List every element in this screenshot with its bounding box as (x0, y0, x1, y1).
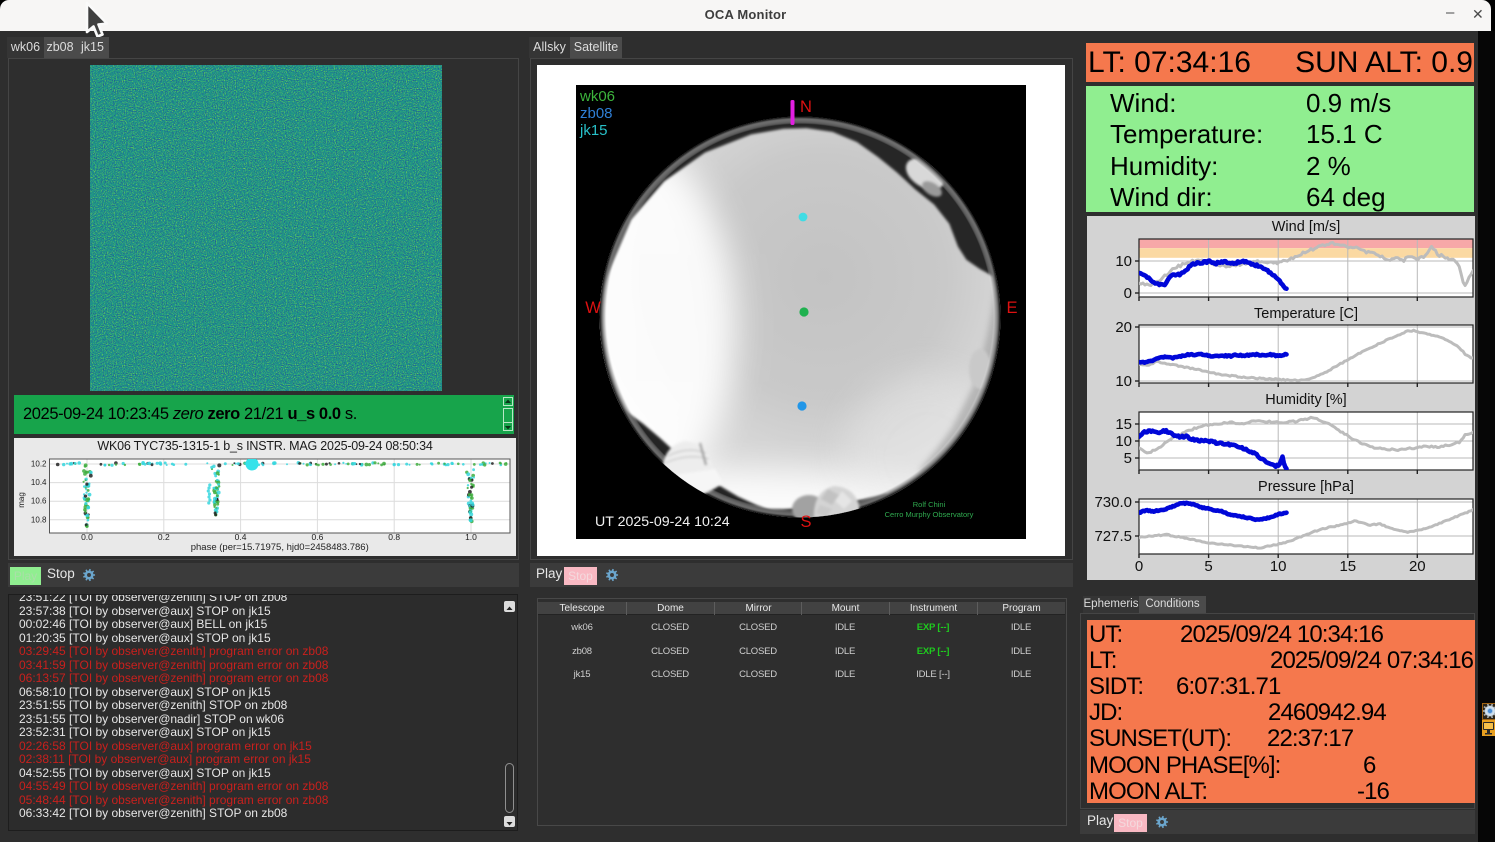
svg-text:10.4: 10.4 (31, 478, 47, 487)
svg-text:Pressure [hPa]: Pressure [hPa] (1258, 479, 1354, 495)
svg-text:jk15: jk15 (579, 122, 608, 139)
svg-text:Temperature [C]: Temperature [C] (1254, 306, 1358, 322)
svg-text:mag: mag (17, 492, 26, 508)
svg-text:730.0: 730.0 (1094, 494, 1132, 511)
svg-text:Wind [m/s]: Wind [m/s] (1272, 219, 1340, 235)
svg-text:W: W (585, 299, 601, 317)
svg-text:20: 20 (1409, 558, 1426, 575)
svg-text:5: 5 (1204, 558, 1212, 575)
svg-text:Rolf Chini: Rolf Chini (913, 500, 946, 509)
svg-text:0.4: 0.4 (235, 532, 247, 542)
svg-text:UT 2025-09-24 10:24: UT 2025-09-24 10:24 (595, 514, 730, 530)
svg-text:Cerro Murphy Observatory: Cerro Murphy Observatory (885, 510, 974, 519)
svg-text:15: 15 (1339, 558, 1356, 575)
svg-text:N: N (800, 98, 812, 116)
svg-text:Humidity [%]: Humidity [%] (1265, 392, 1346, 408)
svg-text:0.2: 0.2 (158, 532, 170, 542)
svg-text:10.6: 10.6 (31, 497, 47, 506)
svg-text:0.6: 0.6 (311, 532, 323, 542)
svg-text:0: 0 (1135, 558, 1143, 575)
svg-text:0: 0 (1124, 285, 1132, 302)
svg-text:zb08: zb08 (580, 105, 613, 122)
svg-text:727.5: 727.5 (1094, 528, 1132, 545)
svg-text:1.0: 1.0 (465, 532, 477, 542)
svg-text:phase (per=15.71975, hjd0=2458: phase (per=15.71975, hjd0=2458483.786) (191, 542, 369, 553)
svg-text:S: S (800, 513, 811, 531)
svg-text:0.8: 0.8 (388, 532, 400, 542)
svg-text:WK06 TYC735-1315-1 b_s INSTR.: WK06 TYC735-1315-1 b_s INSTR. MAG 2025-0… (97, 439, 432, 453)
svg-text:10.2: 10.2 (31, 460, 47, 469)
svg-text:5: 5 (1124, 450, 1132, 467)
svg-text:15: 15 (1115, 416, 1132, 433)
svg-text:10.8: 10.8 (31, 515, 47, 524)
svg-text:10: 10 (1115, 433, 1132, 450)
svg-text:0.0: 0.0 (81, 532, 93, 542)
svg-text:10: 10 (1115, 373, 1132, 390)
svg-text:E: E (1006, 299, 1017, 317)
svg-text:10: 10 (1270, 558, 1287, 575)
svg-text:10: 10 (1115, 253, 1132, 270)
svg-text:20: 20 (1115, 319, 1132, 336)
svg-text:wk06: wk06 (579, 88, 615, 105)
